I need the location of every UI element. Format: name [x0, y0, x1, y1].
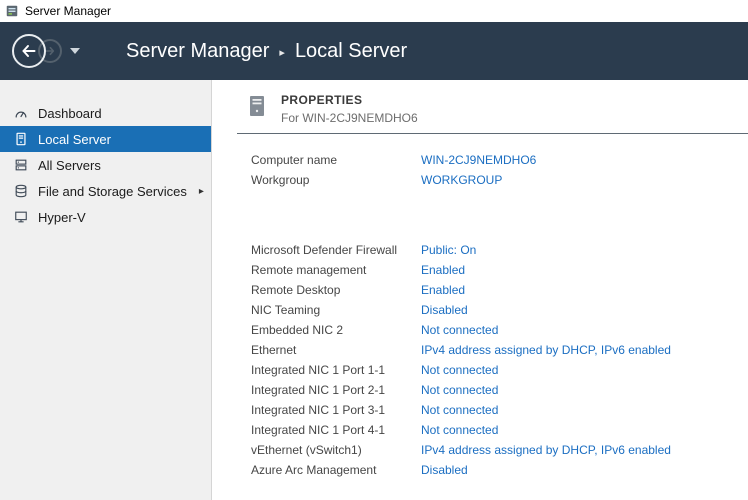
properties-title: PROPERTIES: [281, 93, 418, 107]
property-value-link[interactable]: Not connected: [421, 323, 748, 337]
window-titlebar: Server Manager: [0, 0, 748, 22]
properties-table: Computer nameWIN-2CJ9NEMDHO6WorkgroupWOR…: [237, 133, 748, 480]
property-row: Remote managementEnabled: [251, 260, 748, 280]
property-row: Integrated NIC 1 Port 1-1Not connected: [251, 360, 748, 380]
sidebar-item-label: File and Storage Services: [38, 184, 187, 199]
content-pane: PROPERTIES For WIN-2CJ9NEMDHO6 Computer …: [212, 80, 748, 500]
property-value-link[interactable]: Not connected: [421, 423, 748, 437]
breadcrumb: Server Manager ▸ Local Server: [126, 40, 407, 63]
chevron-right-icon: ▸: [199, 186, 204, 197]
storage-icon: [13, 183, 29, 199]
property-label: Remote Desktop: [251, 283, 421, 297]
back-icon: [20, 42, 38, 60]
property-label: Computer name: [251, 153, 421, 167]
nav-controls: [12, 34, 80, 68]
property-row: vEthernet (vSwitch1)IPv4 address assigne…: [251, 440, 748, 460]
property-row: Azure Arc ManagementDisabled: [251, 460, 748, 480]
property-value-link[interactable]: Not connected: [421, 403, 748, 417]
dropdown-caret-icon[interactable]: [70, 48, 80, 54]
sidebar-item-label: All Servers: [38, 158, 101, 173]
property-label: Integrated NIC 1 Port 4-1: [251, 423, 421, 437]
breadcrumb-root[interactable]: Server Manager: [126, 40, 269, 63]
property-row: Embedded NIC 2Not connected: [251, 320, 748, 340]
sidebar-item-label: Hyper-V: [38, 210, 86, 225]
sidebar-item-label: Dashboard: [38, 106, 102, 121]
property-value-link[interactable]: Enabled: [421, 283, 748, 297]
window-title: Server Manager: [25, 4, 111, 18]
property-row: EthernetIPv4 address assigned by DHCP, I…: [251, 340, 748, 360]
server-manager-icon: [5, 4, 19, 18]
property-row: Computer nameWIN-2CJ9NEMDHO6: [251, 150, 748, 170]
property-row: Remote DesktopEnabled: [251, 280, 748, 300]
hyperv-icon: [13, 209, 29, 225]
property-label: Remote management: [251, 263, 421, 277]
all-servers-icon: [13, 157, 29, 173]
server-icon: [13, 131, 29, 147]
main-area: Dashboard Local Server All Servers File and…: [0, 80, 748, 500]
sidebar-item-file-and-storage-services[interactable]: File and Storage Services ▸: [0, 178, 211, 204]
property-value-link[interactable]: IPv4 address assigned by DHCP, IPv6 enab…: [421, 343, 748, 357]
property-row: Integrated NIC 1 Port 4-1Not connected: [251, 420, 748, 440]
property-value-link[interactable]: Disabled: [421, 463, 748, 477]
property-label: Azure Arc Management: [251, 463, 421, 477]
property-label: Integrated NIC 1 Port 1-1: [251, 363, 421, 377]
properties-tile-titles: PROPERTIES For WIN-2CJ9NEMDHO6: [281, 93, 418, 125]
property-label: Workgroup: [251, 173, 421, 187]
property-value-link[interactable]: Enabled: [421, 263, 748, 277]
server-tile-icon: [247, 94, 267, 118]
property-value-link[interactable]: IPv4 address assigned by DHCP, IPv6 enab…: [421, 443, 748, 457]
properties-subtitle: For WIN-2CJ9NEMDHO6: [281, 111, 418, 125]
sidebar-item-local-server[interactable]: Local Server: [0, 126, 211, 152]
app-header: Server Manager ▸ Local Server: [0, 22, 748, 80]
property-row: WorkgroupWORKGROUP: [251, 170, 748, 190]
breadcrumb-current[interactable]: Local Server: [295, 40, 407, 63]
property-value-link[interactable]: Not connected: [421, 363, 748, 377]
back-button[interactable]: [12, 34, 46, 68]
property-label: Microsoft Defender Firewall: [251, 243, 421, 257]
property-label: Integrated NIC 1 Port 3-1: [251, 403, 421, 417]
property-value-link[interactable]: WIN-2CJ9NEMDHO6: [421, 153, 748, 167]
sidebar-item-label: Local Server: [38, 132, 111, 147]
property-label: NIC Teaming: [251, 303, 421, 317]
dashboard-icon: [13, 105, 29, 121]
sidebar-item-dashboard[interactable]: Dashboard: [0, 100, 211, 126]
property-label: Ethernet: [251, 343, 421, 357]
sidebar-item-all-servers[interactable]: All Servers: [0, 152, 211, 178]
property-row: NIC TeamingDisabled: [251, 300, 748, 320]
breadcrumb-separator-icon: ▸: [279, 46, 285, 59]
property-row: Integrated NIC 1 Port 3-1Not connected: [251, 400, 748, 420]
property-label: Integrated NIC 1 Port 2-1: [251, 383, 421, 397]
property-label: Embedded NIC 2: [251, 323, 421, 337]
property-value-link[interactable]: Not connected: [421, 383, 748, 397]
sidebar: Dashboard Local Server All Servers File and…: [0, 80, 212, 500]
property-value-link[interactable]: Disabled: [421, 303, 748, 317]
property-row: Integrated NIC 1 Port 2-1Not connected: [251, 380, 748, 400]
property-row: Microsoft Defender FirewallPublic: On: [251, 240, 748, 260]
sidebar-item-hyper-v[interactable]: Hyper-V: [0, 204, 211, 230]
properties-tile-header: PROPERTIES For WIN-2CJ9NEMDHO6: [237, 80, 748, 125]
property-value-link[interactable]: Public: On: [421, 243, 748, 257]
property-value-link[interactable]: WORKGROUP: [421, 173, 748, 187]
property-label: vEthernet (vSwitch1): [251, 443, 421, 457]
